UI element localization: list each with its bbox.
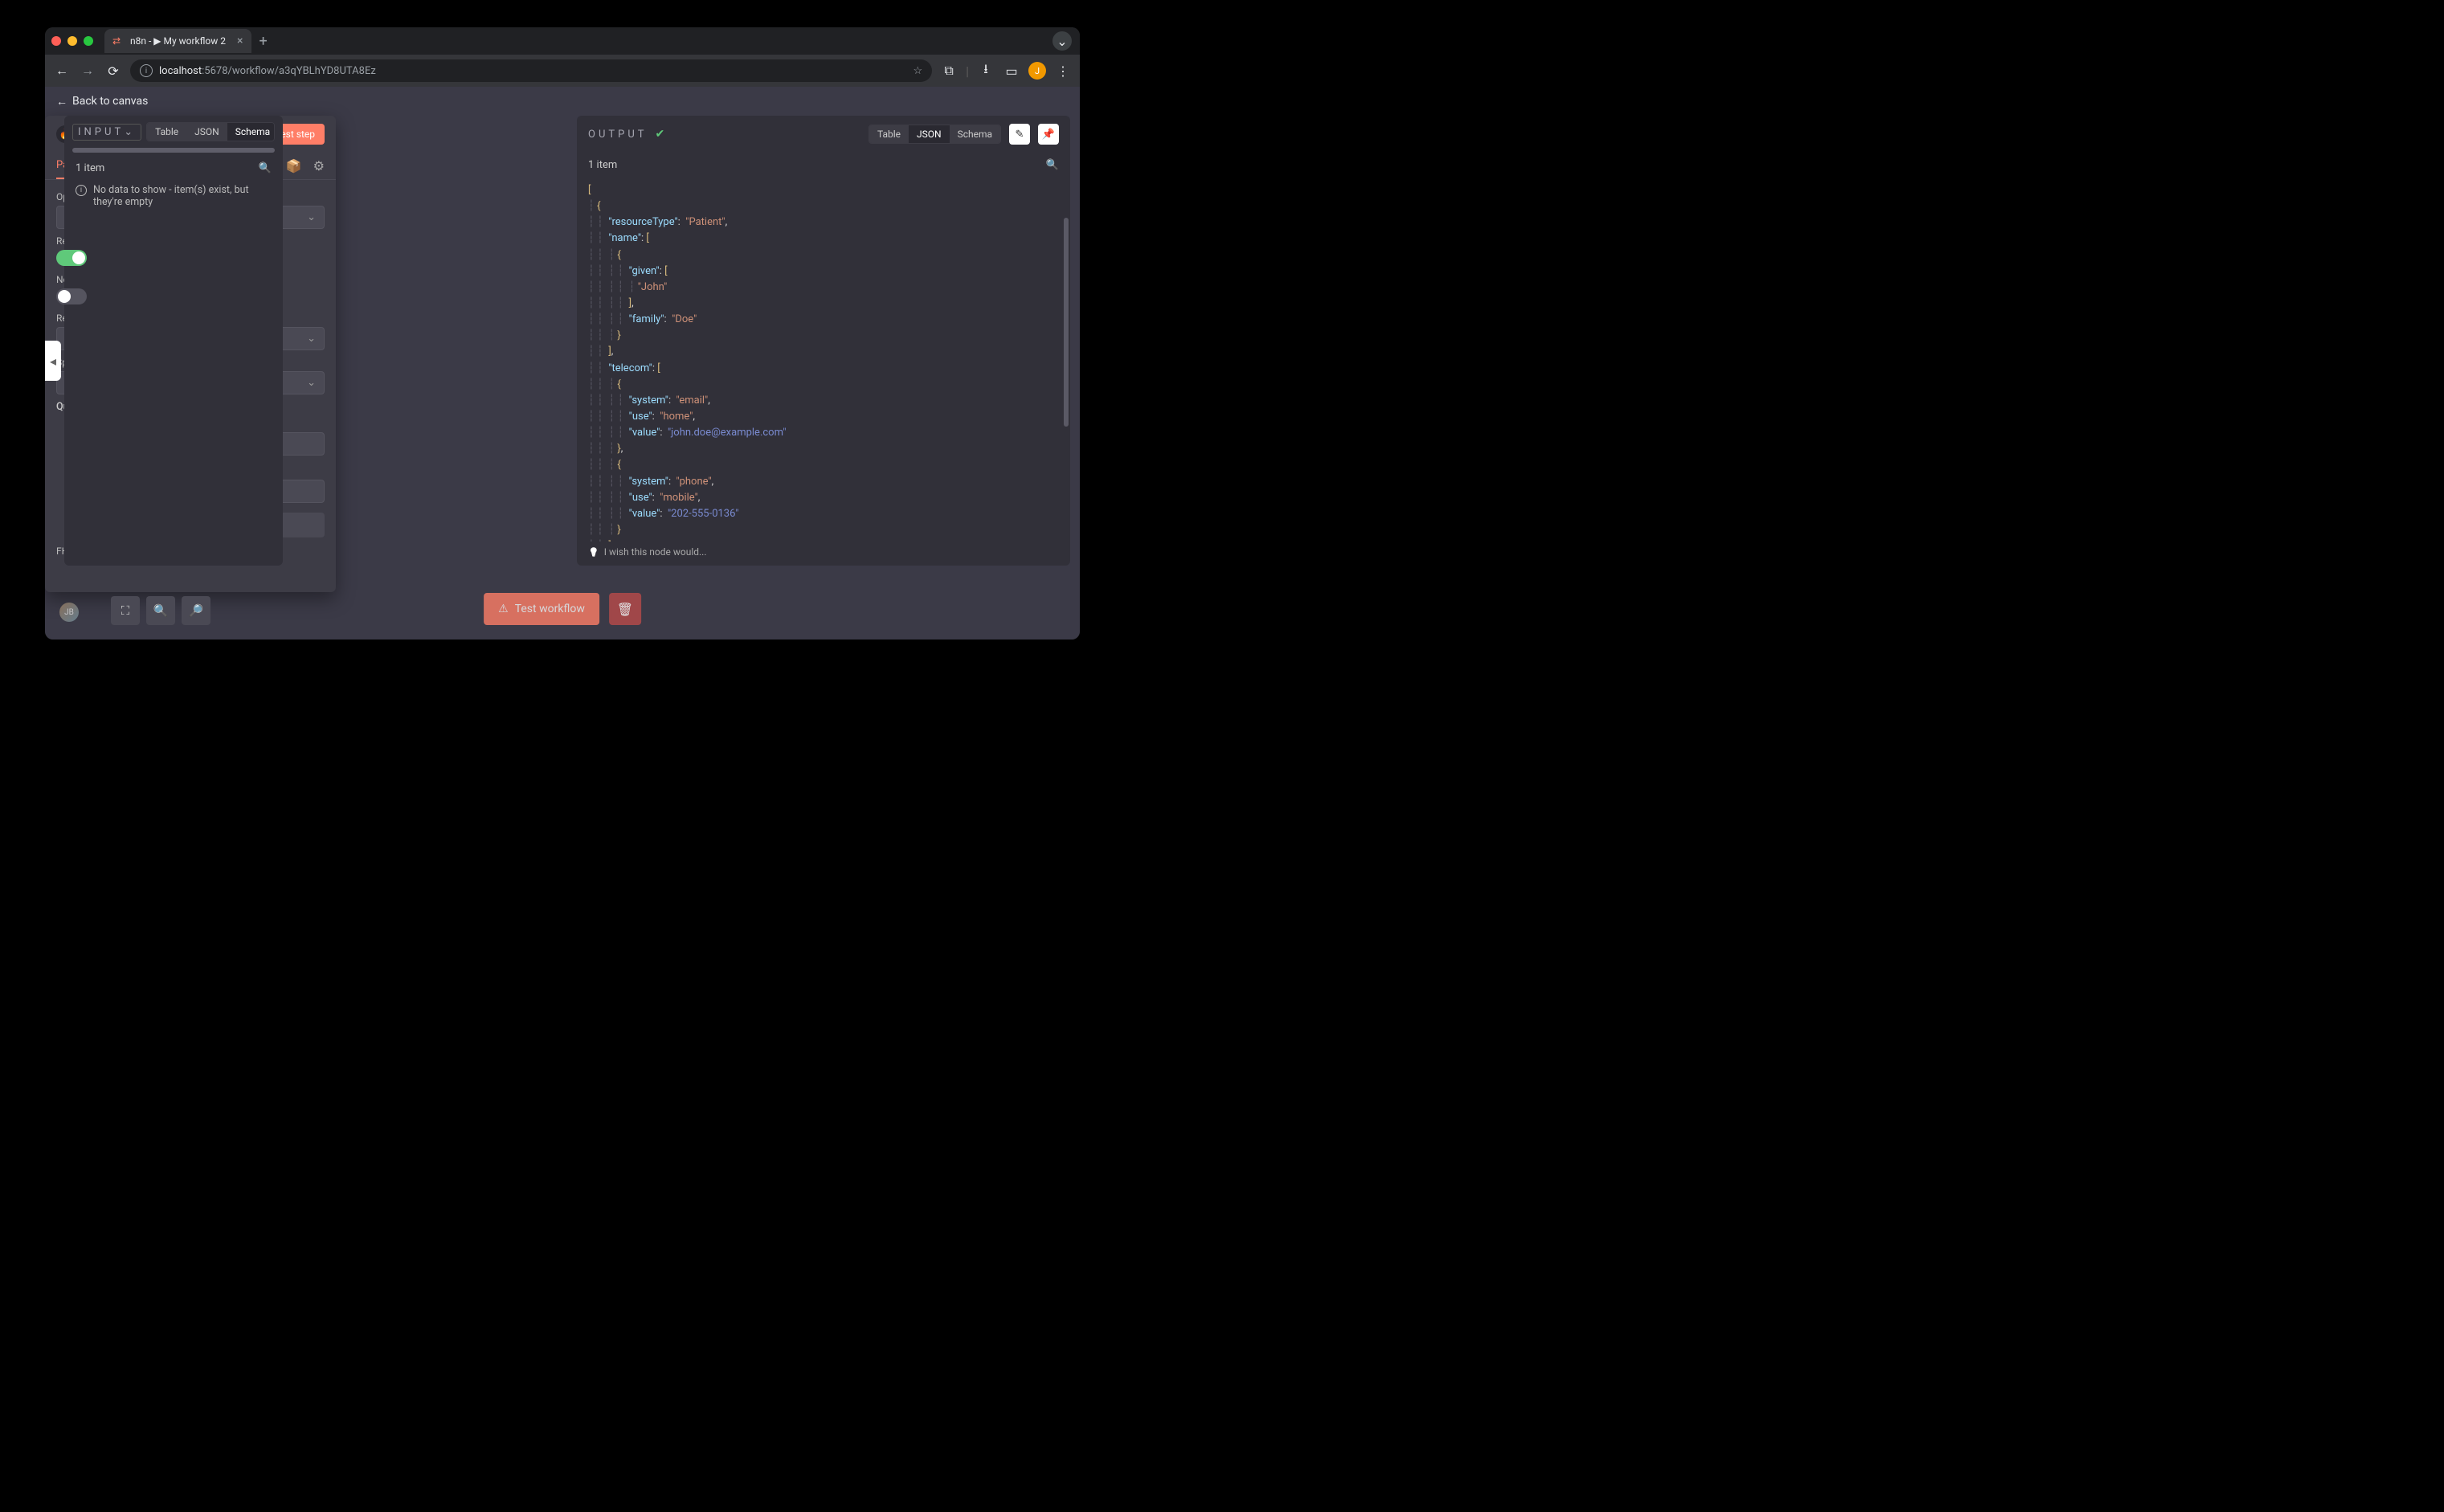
input-tab-json[interactable]: JSON xyxy=(186,123,227,141)
input-empty-message: i No data to show - item(s) exist, but t… xyxy=(64,181,283,211)
output-item-count: 1 item xyxy=(588,159,617,171)
input-title[interactable]: INPUT⌄ xyxy=(72,124,141,141)
browser-window: ⇄ n8n - ▶ My workflow 2 × + ⌄ ← → ⟳ i lo… xyxy=(45,27,1080,640)
cube-icon[interactable]: 📦 xyxy=(286,158,302,174)
input-view-tabs: Table JSON Schema xyxy=(146,122,275,141)
n8n-app: ← Back to canvas ◂ JB ⛶ 🔍 🔎 ⚠ Test workf… xyxy=(45,87,1080,640)
input-item-count: 1 item xyxy=(76,162,104,174)
delete-button[interactable]: 🗑 xyxy=(609,593,641,625)
site-info-icon[interactable]: i xyxy=(140,64,153,77)
browser-tab[interactable]: ⇄ n8n - ▶ My workflow 2 × xyxy=(104,29,251,53)
back-to-canvas-link[interactable]: ← Back to canvas xyxy=(45,87,1080,116)
normalize-toggle[interactable] xyxy=(56,288,87,304)
input-tab-schema[interactable]: Schema xyxy=(227,123,275,141)
browser-tabbar: ⇄ n8n - ▶ My workflow 2 × + ⌄ xyxy=(45,27,1080,55)
reload-icon[interactable]: ⟳ xyxy=(104,63,122,79)
url-host: localhost xyxy=(159,65,202,77)
output-tab-json[interactable]: JSON xyxy=(909,125,950,143)
canvas-controls: ⛶ 🔍 🔎 xyxy=(111,596,210,625)
new-tab-button[interactable]: + xyxy=(260,33,268,50)
minimize-window-button[interactable] xyxy=(67,36,77,46)
output-search-icon[interactable]: 🔍 xyxy=(1046,159,1059,171)
warning-icon: ⚠ xyxy=(498,603,509,615)
extensions-icon[interactable]: ⧉ xyxy=(940,63,958,79)
browser-menu-icon[interactable]: ⋮ xyxy=(1054,63,1072,79)
n8n-favicon: ⇄ xyxy=(112,35,124,47)
url-path: :5678/workflow/a3qYBLhYD8UTA8Ez xyxy=(202,65,376,77)
output-view-tabs: Table JSON Schema xyxy=(868,125,1001,144)
gear-icon[interactable]: ⚙ xyxy=(313,158,325,174)
feedback-prompt[interactable]: I wish this node would... xyxy=(577,541,1070,566)
close-window-button[interactable] xyxy=(51,36,61,46)
json-family: "Doe" xyxy=(672,313,697,325)
fit-view-button[interactable]: ⛶ xyxy=(111,596,140,625)
info-icon: i xyxy=(76,185,87,196)
output-title: OUTPUT xyxy=(588,129,648,141)
arrow-left-icon: ← xyxy=(56,95,67,108)
output-scrollbar[interactable] xyxy=(1064,218,1069,427)
close-tab-icon[interactable]: × xyxy=(237,35,243,47)
output-panel: OUTPUT ✔ Table JSON Schema ✎ 📌 1 item 🔍 xyxy=(577,116,1070,566)
panel-resizer[interactable] xyxy=(1078,116,1080,640)
side-handle[interactable]: ◂ xyxy=(45,341,61,381)
zoom-in-button[interactable]: 🔍 xyxy=(146,596,175,625)
json-resourceType: "Patient" xyxy=(685,216,725,228)
traffic-lights xyxy=(51,36,93,46)
panel-icon[interactable]: ▭ xyxy=(1003,63,1020,79)
test-workflow-button[interactable]: ⚠ Test workflow xyxy=(484,593,599,625)
back-icon[interactable]: ← xyxy=(53,63,71,79)
pin-output-button[interactable]: 📌 xyxy=(1038,124,1059,145)
profile-avatar[interactable]: J xyxy=(1028,62,1046,80)
tab-list-button[interactable]: ⌄ xyxy=(1052,31,1072,51)
json-given-0: "John" xyxy=(638,281,668,293)
output-tab-schema[interactable]: Schema xyxy=(950,125,1000,143)
forward-icon[interactable]: → xyxy=(79,63,96,79)
output-tab-table[interactable]: Table xyxy=(869,125,909,143)
check-icon: ✔ xyxy=(656,128,665,141)
retrieve-toggle[interactable] xyxy=(56,250,87,266)
output-json-viewer[interactable]: [ ┆ { ┆ ┆ "resourceType": "Patient", ┆ ┆… xyxy=(577,178,1070,541)
bookmark-star-icon[interactable]: ☆ xyxy=(913,65,922,77)
input-tab-table[interactable]: Table xyxy=(147,123,186,141)
user-badge[interactable]: JB xyxy=(59,603,79,622)
maximize-window-button[interactable] xyxy=(84,36,93,46)
zoom-out-button[interactable]: 🔎 xyxy=(182,596,210,625)
input-scrollbar[interactable] xyxy=(72,148,275,153)
input-panel: INPUT⌄ Table JSON Schema 1 item 🔍 i No d… xyxy=(64,116,283,566)
input-search-icon[interactable]: 🔍 xyxy=(259,162,272,174)
back-label: Back to canvas xyxy=(72,95,148,108)
download-icon[interactable]: ⭳ xyxy=(977,60,995,82)
edit-output-button[interactable]: ✎ xyxy=(1009,124,1030,145)
address-bar[interactable]: i localhost:5678/workflow/a3qYBLhYD8UTA8… xyxy=(130,59,932,82)
tab-title: n8n - ▶ My workflow 2 xyxy=(130,35,226,47)
browser-toolbar: ← → ⟳ i localhost:5678/workflow/a3qYBLhY… xyxy=(45,55,1080,87)
